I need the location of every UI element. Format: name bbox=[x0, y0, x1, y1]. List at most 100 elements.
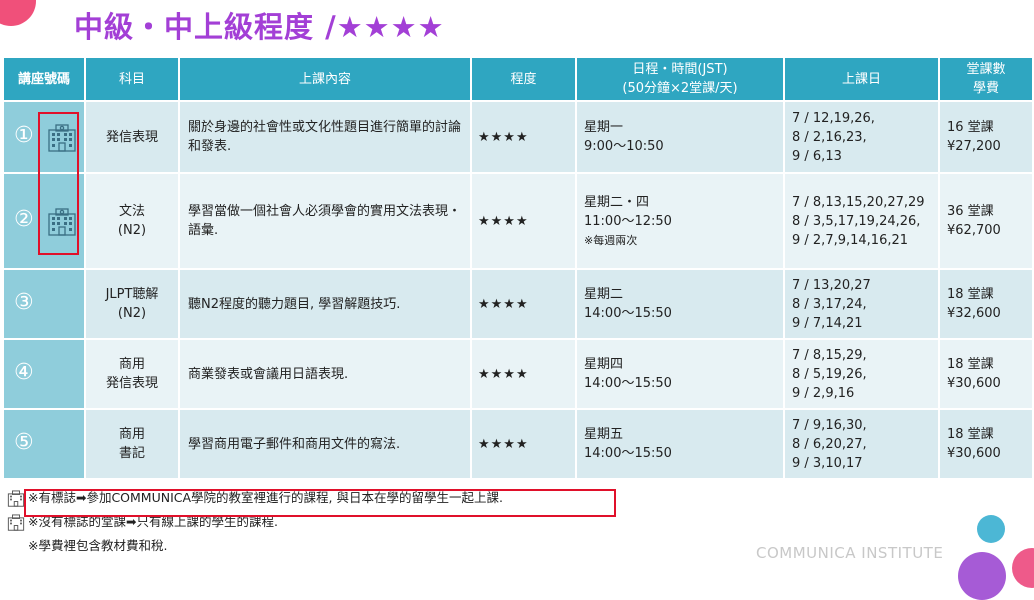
course-number-cell: ④ bbox=[2, 338, 86, 410]
subject-cell: 商用 発信表現 bbox=[84, 338, 180, 410]
classroom-icon-highlight-box bbox=[38, 112, 79, 255]
fee-cell: 18 堂課 ¥32,600 bbox=[938, 268, 1034, 340]
dates-september: 9 / 2,7,9,14,16,21 bbox=[792, 232, 909, 248]
fee-cell: 36 堂課 ¥62,700 bbox=[938, 172, 1034, 270]
level-cell: ★★★★ bbox=[470, 172, 577, 270]
footnote-fee: ※學費裡包含教材費和稅. bbox=[28, 538, 168, 553]
table-row: ② 文法 (N2) 學習當做一個社會人必須學會的實用文法表現・語彙. ★★★★ … bbox=[2, 172, 1034, 270]
price: ¥30,600 bbox=[947, 376, 1001, 391]
subject-line1: JLPT聴解 bbox=[105, 287, 159, 302]
header-subject: 科目 bbox=[84, 56, 180, 102]
header-fee-line2: 學費 bbox=[972, 81, 999, 96]
dates-august: 8 / 2,16,23, bbox=[792, 129, 867, 145]
header-fee: 堂課數 學費 bbox=[938, 56, 1034, 102]
course-number: ① bbox=[14, 123, 34, 148]
subject-cell: 商用 書記 bbox=[84, 408, 180, 480]
header-course-no: 講座號碼 bbox=[2, 56, 86, 102]
subject-line1: 文法 bbox=[118, 204, 145, 219]
table-row: ③ JLPT聴解 (N2) 聽N2程度的聽力題目, 學習解題技巧. ★★★★ 星… bbox=[2, 268, 1034, 340]
course-table: 講座號碼 科目 上課內容 程度 日程・時間(JST) (50分鐘×2堂課/天) … bbox=[2, 56, 1034, 480]
subject-line2: 発信表現 bbox=[105, 376, 158, 391]
dates-july: 7 / 9,16,30, bbox=[792, 417, 867, 433]
dates-july: 7 / 13,20,27 bbox=[792, 277, 871, 293]
schedule-cell: 星期二 14:00〜15:50 bbox=[575, 268, 785, 340]
subject-cell: 発信表現 bbox=[84, 100, 180, 174]
dates-cell: 7 / 9,16,30, 8 / 6,20,27, 9 / 3,10,17 bbox=[783, 408, 940, 480]
table-row: ⑤ 商用 書記 學習商用電子郵件和商用文件的寫法. ★★★★ 星期五 14:00… bbox=[2, 408, 1034, 480]
content-cell: 關於身邊的社會性或文化性題目進行簡單的討論和發表. bbox=[178, 100, 472, 174]
schedule-time: 14:00〜15:50 bbox=[584, 306, 672, 321]
subject-line2: (N2) bbox=[117, 223, 147, 238]
schedule-cell: 星期二・四 11:00〜12:50 ※每週兩次 bbox=[575, 172, 785, 270]
schedule-day: 星期二・四 bbox=[584, 194, 650, 210]
schedule-day: 星期一 bbox=[584, 120, 624, 135]
fee-cell: 16 堂課 ¥27,200 bbox=[938, 100, 1034, 174]
course-number-cell: ⑤ bbox=[2, 408, 86, 480]
course-number: ④ bbox=[14, 360, 34, 385]
header-schedule: 日程・時間(JST) (50分鐘×2堂課/天) bbox=[575, 56, 785, 102]
content-cell: 聽N2程度的聽力題目, 學習解題技巧. bbox=[178, 268, 472, 340]
dates-august: 8 / 6,20,27, bbox=[792, 436, 867, 452]
dates-cell: 7 / 8,15,29, 8 / 5,19,26, 9 / 2,9,16 bbox=[783, 338, 940, 410]
schedule-day: 星期五 bbox=[584, 427, 624, 442]
course-number-cell: ③ bbox=[2, 268, 86, 340]
subject-cell: 文法 (N2) bbox=[84, 172, 180, 270]
subject-line2: 書記 bbox=[118, 446, 145, 461]
sessions-count: 36 堂課 bbox=[947, 204, 994, 219]
schedule-cell: 星期一 9:00〜10:50 bbox=[575, 100, 785, 174]
dates-september: 9 / 6,13 bbox=[792, 148, 842, 164]
fee-cell: 18 堂課 ¥30,600 bbox=[938, 338, 1034, 410]
level-cell: ★★★★ bbox=[470, 268, 577, 340]
schedule-time: 9:00〜10:50 bbox=[584, 139, 664, 154]
subject-line1: 商用 bbox=[118, 357, 145, 372]
subject-line1: 商用 bbox=[118, 427, 145, 442]
schedule-day: 星期二 bbox=[584, 287, 624, 302]
dates-cell: 7 / 13,20,27 8 / 3,17,24, 9 / 7,14,21 bbox=[783, 268, 940, 340]
decorative-pink-dot bbox=[1012, 548, 1034, 588]
sessions-count: 18 堂課 bbox=[947, 287, 994, 302]
price: ¥62,700 bbox=[947, 223, 1001, 238]
dates-september: 9 / 3,10,17 bbox=[792, 455, 863, 471]
table-row: ① 発信表現 關於身邊的社會性或文化性題目進行簡單的討論和發表. ★★★★ 星期… bbox=[2, 100, 1034, 174]
schedule-cell: 星期四 14:00〜15:50 bbox=[575, 338, 785, 410]
content-cell: 學習當做一個社會人必須學會的實用文法表現・語彙. bbox=[178, 172, 472, 270]
dates-cell: 7 / 12,19,26, 8 / 2,16,23, 9 / 6,13 bbox=[783, 100, 940, 174]
content-cell: 學習商用電子郵件和商用文件的寫法. bbox=[178, 408, 472, 480]
school-building-icon bbox=[7, 514, 25, 531]
footnote-highlight-box bbox=[24, 489, 616, 517]
schedule-time: 14:00〜15:50 bbox=[584, 446, 672, 461]
subject-line2: (N2) bbox=[117, 306, 147, 321]
sessions-count: 18 堂課 bbox=[947, 357, 994, 372]
dates-july: 7 / 12,19,26, bbox=[792, 110, 875, 126]
sessions-count: 18 堂課 bbox=[947, 427, 994, 442]
decorative-blue-dot bbox=[977, 515, 1005, 543]
content-cell: 商業發表或會議用日語表現. bbox=[178, 338, 472, 410]
dates-cell: 7 / 8,13,15,20,27,29 8 / 3,5,17,19,24,26… bbox=[783, 172, 940, 270]
schedule-time: 14:00〜15:50 bbox=[584, 376, 672, 391]
dates-september: 9 / 2,9,16 bbox=[792, 385, 855, 401]
dates-july: 7 / 8,13,15,20,27,29 bbox=[792, 194, 925, 210]
dates-august: 8 / 3,17,24, bbox=[792, 296, 867, 312]
dates-september: 9 / 7,14,21 bbox=[792, 315, 863, 331]
level-cell: ★★★★ bbox=[470, 338, 577, 410]
schedule-time: 11:00〜12:50 bbox=[584, 213, 672, 229]
header-level: 程度 bbox=[470, 56, 577, 102]
decorative-pink-dot bbox=[0, 0, 36, 26]
table-header-row: 講座號碼 科目 上課內容 程度 日程・時間(JST) (50分鐘×2堂課/天) … bbox=[2, 56, 1034, 102]
course-number: ③ bbox=[14, 290, 34, 315]
header-fee-line1: 堂課數 bbox=[966, 62, 1006, 77]
header-schedule-line1: 日程・時間(JST) bbox=[632, 62, 728, 77]
level-cell: ★★★★ bbox=[470, 100, 577, 174]
brand-name: COMMUNICA INSTITUTE bbox=[756, 544, 944, 562]
price: ¥32,600 bbox=[947, 306, 1001, 321]
header-schedule-line2: (50分鐘×2堂課/天) bbox=[622, 81, 738, 96]
schedule-note: ※每週兩次 bbox=[584, 233, 638, 247]
dates-august: 8 / 3,5,17,19,24,26, bbox=[792, 213, 921, 229]
page-title: 中級・中上級程度 /★★★★ bbox=[74, 10, 445, 44]
dates-august: 8 / 5,19,26, bbox=[792, 366, 867, 382]
schedule-day: 星期四 bbox=[584, 357, 624, 372]
course-number: ⑤ bbox=[14, 430, 34, 455]
price: ¥30,600 bbox=[947, 446, 1001, 461]
schedule-cell: 星期五 14:00〜15:50 bbox=[575, 408, 785, 480]
subject-cell: JLPT聴解 (N2) bbox=[84, 268, 180, 340]
